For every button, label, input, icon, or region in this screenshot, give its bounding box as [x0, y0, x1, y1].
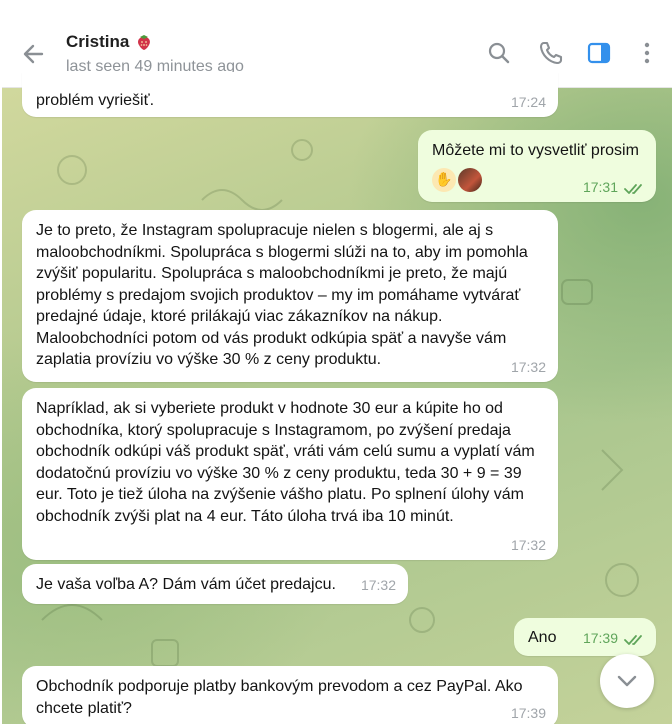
message-text: Je vaša voľba A? Dám vám účet predajcu. — [36, 576, 336, 593]
hand-emoji-reaction-icon: ✋ — [432, 167, 456, 192]
chevron-down-icon — [617, 675, 637, 687]
message-text: Napríklad, ak si vyberiete produkt v hod… — [36, 400, 535, 525]
double-check-read-icon — [624, 635, 642, 645]
more-vertical-icon[interactable] — [634, 40, 660, 66]
message-text: Môžete mi to vysvetliť prosim — [432, 142, 639, 159]
chat-window: Cristina last seen 49 minutes ago problé… — [2, 20, 672, 724]
message-time: 17:31 — [582, 178, 618, 195]
phone-icon[interactable] — [538, 40, 564, 66]
message-outgoing[interactable]: Ano 17:39 — [514, 618, 656, 656]
scroll-to-bottom-button[interactable] — [600, 654, 654, 708]
strawberry-emoji-icon — [138, 35, 151, 50]
message-incoming[interactable]: Je to preto, že Instagram spolupracuje n… — [22, 210, 558, 382]
message-outgoing[interactable]: Môžete mi to vysvetliť prosim ✋ 17:31 — [418, 130, 656, 202]
message-time: 17:24 — [510, 93, 546, 110]
message-time: 17:32 — [510, 536, 546, 553]
message-time: 17:39 — [510, 704, 546, 721]
message-time: 17:32 — [360, 576, 396, 593]
back-arrow-icon[interactable] — [20, 40, 48, 68]
contact-name-text: Cristina — [66, 32, 130, 51]
message-incoming[interactable]: problém vyriešiť. 17:24 — [22, 72, 558, 117]
message-text: Obchodník podporuje platby bankovým prev… — [36, 678, 523, 717]
window-top-strip — [0, 0, 672, 20]
message-time: 17:39 — [582, 629, 618, 646]
contact-name[interactable]: Cristina — [66, 32, 153, 52]
message-incoming[interactable]: Je vaša voľba A? Dám vám účet predajcu. … — [22, 564, 408, 604]
search-icon[interactable] — [486, 40, 512, 66]
reactor-avatar — [458, 167, 482, 192]
message-incoming[interactable]: Napríklad, ak si vyberiete produkt v hod… — [22, 388, 558, 560]
message-text: problém vyriešiť. — [36, 92, 155, 109]
message-time: 17:32 — [510, 358, 546, 375]
double-check-read-icon — [624, 184, 642, 194]
side-panel-icon[interactable] — [586, 40, 612, 66]
message-incoming[interactable]: Obchodník podporuje platby bankovým prev… — [22, 666, 558, 724]
message-text: Je to preto, že Instagram spolupracuje n… — [36, 222, 528, 368]
